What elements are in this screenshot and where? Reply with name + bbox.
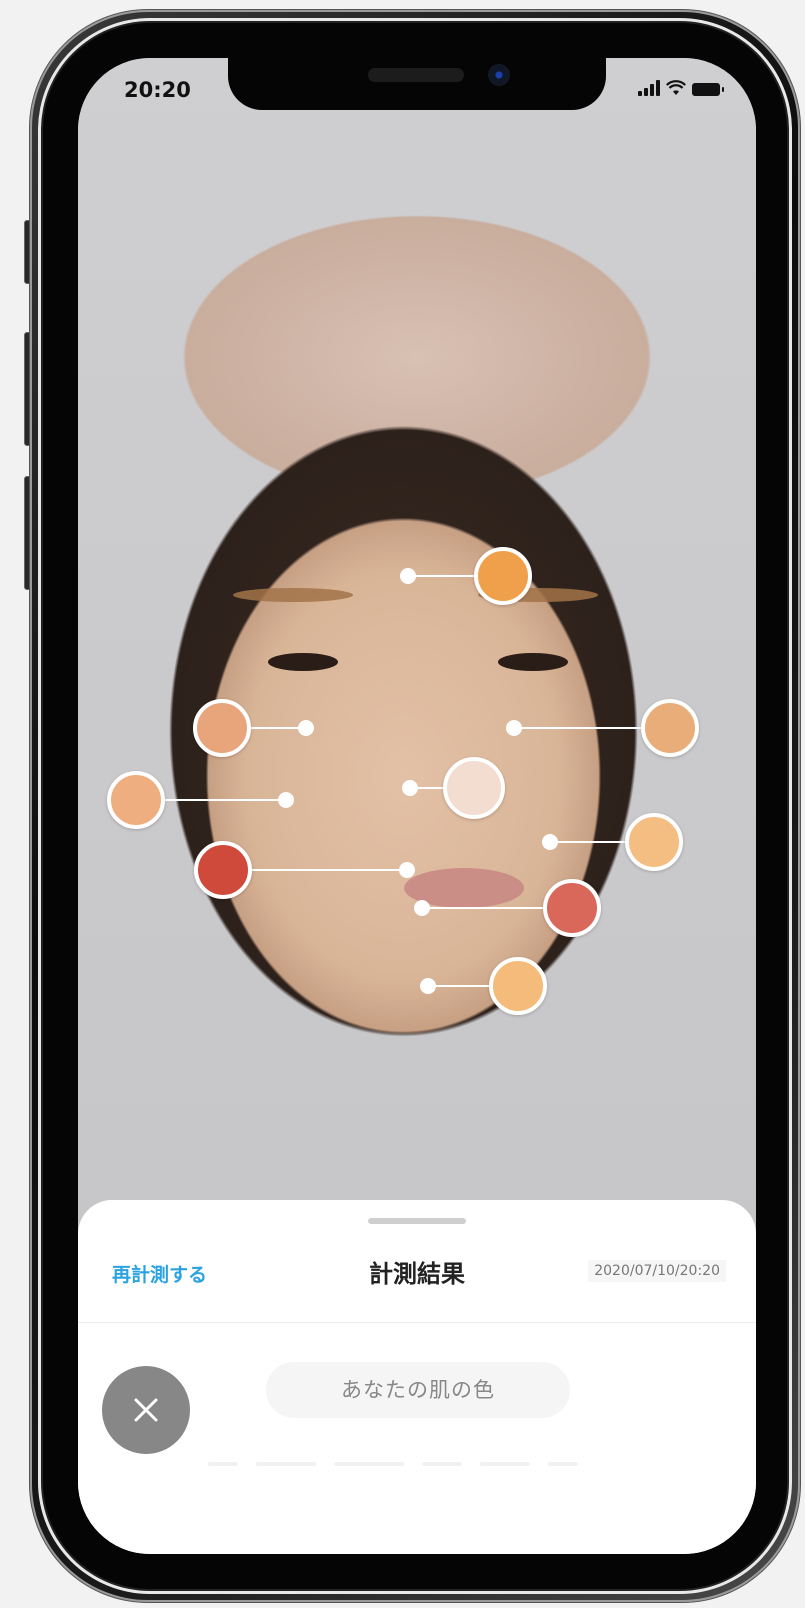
sheet-drag-handle[interactable] xyxy=(368,1218,466,1224)
close-icon xyxy=(134,1398,158,1422)
left-eye xyxy=(268,653,338,671)
right-eyebrow xyxy=(478,588,598,602)
remeasure-button[interactable]: 再計測する xyxy=(112,1260,207,1287)
close-button[interactable] xyxy=(102,1366,190,1454)
app-screen: 20:20 計測結果 再計測する 2020/07/10/20:20 あなたの肌の… xyxy=(78,58,756,1554)
left-eyebrow xyxy=(233,588,353,602)
lips xyxy=(404,868,524,908)
phone-mockup: 20:20 計測結果 再計測する 2020/07/10/20:20 あなたの肌の… xyxy=(0,0,805,1608)
skin-color-tab[interactable]: あなたの肌の色 xyxy=(266,1362,570,1418)
status-time: 20:20 xyxy=(124,78,191,102)
divider xyxy=(78,1322,756,1323)
battery-icon xyxy=(692,83,724,96)
faded-content-row xyxy=(208,1462,638,1468)
status-icons xyxy=(638,80,724,96)
right-eye xyxy=(498,653,568,671)
result-sheet: 計測結果 再計測する 2020/07/10/20:20 あなたの肌の色 xyxy=(78,1200,756,1554)
signal-icon xyxy=(638,80,660,96)
sheet-header: 計測結果 再計測する 2020/07/10/20:20 xyxy=(78,1250,756,1296)
speaker xyxy=(368,68,464,82)
measurement-timestamp: 2020/07/10/20:20 xyxy=(588,1260,726,1282)
wifi-icon xyxy=(666,80,686,95)
notch xyxy=(228,58,606,110)
front-camera xyxy=(488,64,510,86)
